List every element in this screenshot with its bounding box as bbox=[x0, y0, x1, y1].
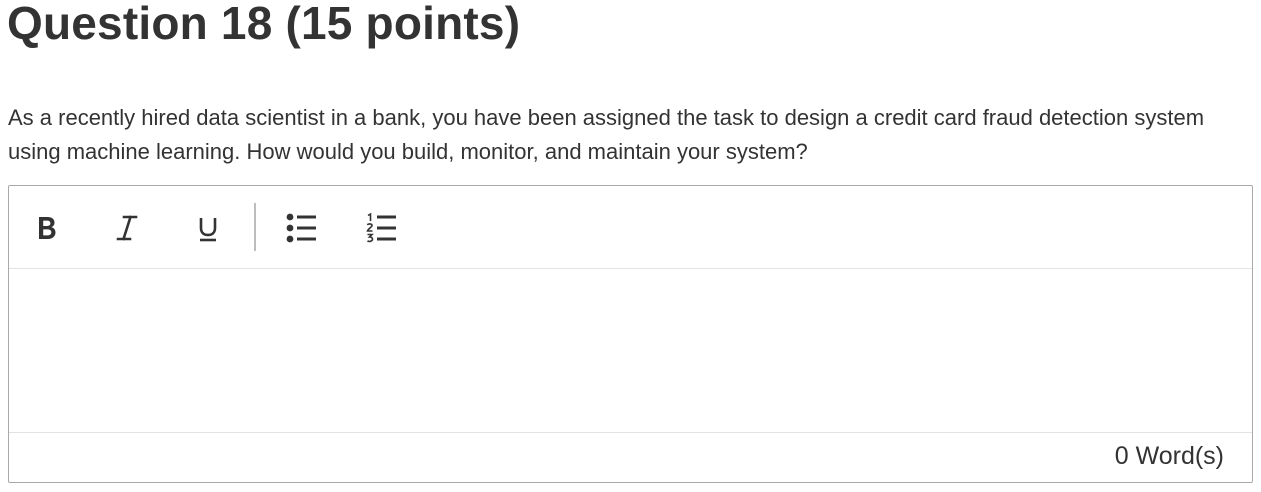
bulleted-list-icon bbox=[286, 213, 316, 243]
italic-button[interactable] bbox=[105, 206, 149, 250]
question-prompt: As a recently hired data scientist in a … bbox=[8, 105, 1205, 164]
editor-toolbar bbox=[9, 186, 1252, 269]
answer-editor: 0 Word(s) bbox=[8, 185, 1253, 483]
underline-icon bbox=[199, 218, 217, 242]
numbered-list-button[interactable] bbox=[360, 206, 404, 250]
bold-button[interactable] bbox=[25, 206, 69, 250]
italic-icon bbox=[116, 215, 138, 241]
underline-button[interactable] bbox=[186, 206, 230, 250]
numbered-list-icon bbox=[366, 212, 396, 243]
question-title: Question 18 (15 points) bbox=[7, 0, 521, 49]
bulleted-list-button[interactable] bbox=[280, 206, 324, 250]
answer-text-area[interactable] bbox=[9, 269, 1252, 432]
toolbar-separator bbox=[254, 203, 256, 251]
word-count: 0 Word(s) bbox=[1114, 442, 1224, 470]
editor-footer: 0 Word(s) bbox=[9, 432, 1252, 482]
bold-icon bbox=[39, 217, 56, 239]
